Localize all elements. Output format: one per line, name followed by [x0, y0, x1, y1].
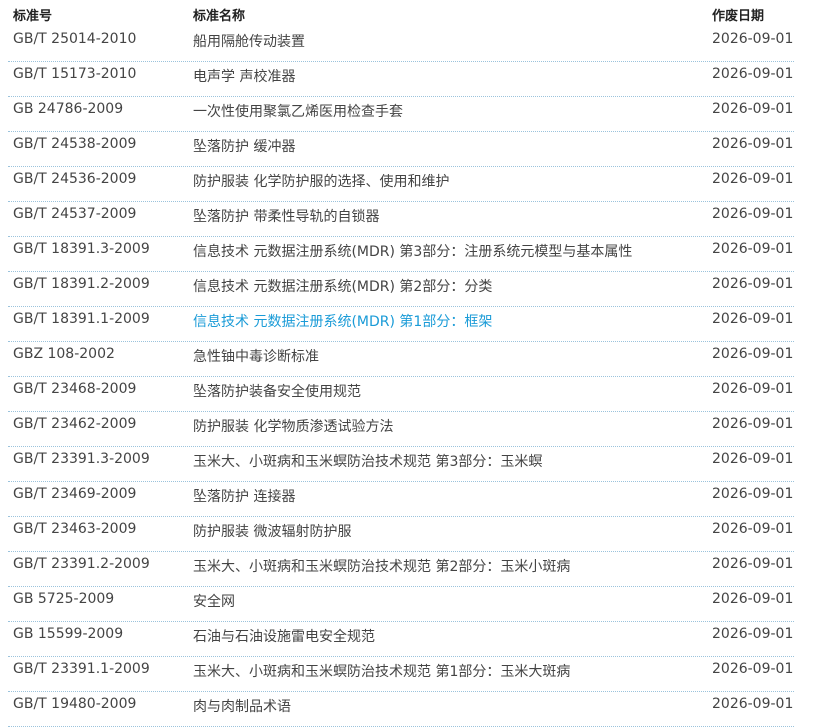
obsolete-date: 2026-09-01	[712, 661, 794, 677]
obsolete-date: 2026-09-01	[712, 31, 794, 47]
standard-name-link[interactable]: 肉与肉制品术语	[193, 696, 291, 716]
standard-code: GB/T 23469-2009	[13, 486, 137, 502]
standard-code: GB/T 23462-2009	[13, 416, 137, 432]
table-row: GB/T 19480-2009 肉与肉制品术语 2026-09-01	[8, 692, 794, 727]
obsolete-date: 2026-09-01	[712, 416, 794, 432]
table-row: GB/T 23462-2009 防护服装 化学物质渗透试验方法 2026-09-01	[8, 412, 794, 447]
obsolete-date: 2026-09-01	[712, 241, 794, 257]
obsolete-date: 2026-09-01	[712, 626, 794, 642]
standard-code: GB/T 23463-2009	[13, 521, 137, 537]
header-date: 作废日期	[712, 9, 765, 24]
table-row: GB/T 23463-2009 防护服装 微波辐射防护服 2026-09-01	[8, 517, 794, 552]
standard-name-link[interactable]: 防护服装 化学物质渗透试验方法	[193, 416, 393, 436]
standard-name-link[interactable]: 玉米大、小斑病和玉米螟防治技术规范 第2部分：玉米小斑病	[193, 556, 570, 576]
table-row: GB/T 24537-2009 坠落防护 带柔性导轨的自锁器 2026-09-01	[8, 202, 794, 237]
standard-name-link[interactable]: 坠落防护 连接器	[193, 486, 295, 506]
standard-name-link[interactable]: 玉米大、小斑病和玉米螟防治技术规范 第3部分：玉米螟	[193, 451, 542, 471]
obsolete-date: 2026-09-01	[712, 381, 794, 397]
standard-code: GB/T 19480-2009	[13, 696, 137, 712]
standard-code: GB/T 18391.3-2009	[13, 241, 150, 257]
table-header: 标准号 标准名称 作废日期	[8, 0, 794, 27]
obsolete-date: 2026-09-01	[712, 66, 794, 82]
standard-code: GBZ 108-2002	[13, 346, 115, 362]
table-body: GB/T 25014-2010 船用隔舱传动装置 2026-09-01 GB/T 15…	[8, 27, 794, 727]
standard-code: GB/T 24538-2009	[13, 136, 137, 152]
standard-code: GB 24786-2009	[13, 101, 124, 117]
standard-code: GB/T 25014-2010	[13, 31, 137, 47]
obsolete-date: 2026-09-01	[712, 486, 794, 502]
standard-name-link[interactable]: 安全网	[193, 591, 235, 611]
standard-code: GB/T 23391.1-2009	[13, 661, 150, 677]
table-row: GB/T 18391.2-2009 信息技术 元数据注册系统(MDR) 第2部分：…	[8, 272, 794, 307]
obsolete-date: 2026-09-01	[712, 136, 794, 152]
standard-name-link[interactable]: 坠落防护 缓冲器	[193, 136, 295, 156]
standard-name-link[interactable]: 电声学 声校准器	[193, 66, 295, 86]
table-row: GB/T 24536-2009 防护服装 化学防护服的选择、使用和维护 2026-0…	[8, 167, 794, 202]
standard-code: GB/T 23391.2-2009	[13, 556, 150, 572]
standard-code: GB/T 24536-2009	[13, 171, 137, 187]
standard-name-link[interactable]: 防护服装 微波辐射防护服	[193, 521, 351, 541]
table-row: GB/T 23391.1-2009 玉米大、小斑病和玉米螟防治技术规范 第1部分：…	[8, 657, 794, 692]
table-row: GB/T 15173-2010 电声学 声校准器 2026-09-01	[8, 62, 794, 97]
standard-code: GB/T 15173-2010	[13, 66, 137, 82]
standard-name-link[interactable]: 信息技术 元数据注册系统(MDR) 第3部分：注册系统元模型与基本属性	[193, 241, 632, 261]
standard-name-link[interactable]: 玉米大、小斑病和玉米螟防治技术规范 第1部分：玉米大斑病	[193, 661, 570, 681]
standard-code: GB/T 23468-2009	[13, 381, 137, 397]
table-row: GB/T 23391.3-2009 玉米大、小斑病和玉米螟防治技术规范 第3部分：…	[8, 447, 794, 482]
table-row: GB/T 23391.2-2009 玉米大、小斑病和玉米螟防治技术规范 第2部分：…	[8, 552, 794, 587]
standard-name-link[interactable]: 一次性使用聚氯乙烯医用检查手套	[193, 101, 403, 121]
table-row: GB 5725-2009 安全网 2026-09-01	[8, 587, 794, 622]
obsolete-date: 2026-09-01	[712, 521, 794, 537]
obsolete-date: 2026-09-01	[712, 591, 794, 607]
standard-name-link[interactable]: 石油与石油设施雷电安全规范	[193, 626, 375, 646]
standard-name-link[interactable]: 坠落防护 带柔性导轨的自锁器	[193, 206, 379, 226]
standard-code: GB/T 23391.3-2009	[13, 451, 150, 467]
standards-table: 标准号 标准名称 作废日期 GB/T 25014-2010 船用隔舱传动装置 202…	[8, 0, 794, 727]
obsolete-date: 2026-09-01	[712, 696, 794, 712]
standard-name-link[interactable]: 坠落防护装备安全使用规范	[193, 381, 361, 401]
table-row: GBZ 108-2002 急性铀中毒诊断标准 2026-09-01	[8, 342, 794, 377]
table-row: GB/T 24538-2009 坠落防护 缓冲器 2026-09-01	[8, 132, 794, 167]
standard-code: GB/T 24537-2009	[13, 206, 137, 222]
standard-name-link[interactable]: 防护服装 化学防护服的选择、使用和维护	[193, 171, 449, 191]
table-row: GB/T 18391.1-2009 信息技术 元数据注册系统(MDR) 第1部分：…	[8, 307, 794, 342]
obsolete-date: 2026-09-01	[712, 276, 794, 292]
standard-name-link[interactable]: 急性铀中毒诊断标准	[193, 346, 319, 366]
table-row: GB 24786-2009 一次性使用聚氯乙烯医用检查手套 2026-09-01	[8, 97, 794, 132]
standard-code: GB/T 18391.1-2009	[13, 311, 150, 327]
standard-code: GB/T 18391.2-2009	[13, 276, 150, 292]
obsolete-date: 2026-09-01	[712, 451, 794, 467]
standard-code: GB 5725-2009	[13, 591, 115, 607]
obsolete-date: 2026-09-01	[712, 101, 794, 117]
table-row: GB 15599-2009 石油与石油设施雷电安全规范 2026-09-01	[8, 622, 794, 657]
table-row: GB/T 25014-2010 船用隔舱传动装置 2026-09-01	[8, 27, 794, 62]
standard-name-link[interactable]: 信息技术 元数据注册系统(MDR) 第1部分：框架	[193, 311, 492, 331]
table-row: GB/T 23469-2009 坠落防护 连接器 2026-09-01	[8, 482, 794, 517]
standard-name-link[interactable]: 船用隔舱传动装置	[193, 31, 305, 51]
header-name: 标准名称	[193, 9, 246, 24]
standard-name-link[interactable]: 信息技术 元数据注册系统(MDR) 第2部分：分类	[193, 276, 492, 296]
obsolete-date: 2026-09-01	[712, 171, 794, 187]
standard-code: GB 15599-2009	[13, 626, 124, 642]
obsolete-date: 2026-09-01	[712, 206, 794, 222]
obsolete-date: 2026-09-01	[712, 311, 794, 327]
header-code: 标准号	[13, 9, 53, 24]
table-row: GB/T 18391.3-2009 信息技术 元数据注册系统(MDR) 第3部分：…	[8, 237, 794, 272]
obsolete-date: 2026-09-01	[712, 346, 794, 362]
obsolete-date: 2026-09-01	[712, 556, 794, 572]
table-row: GB/T 23468-2009 坠落防护装备安全使用规范 2026-09-01	[8, 377, 794, 412]
